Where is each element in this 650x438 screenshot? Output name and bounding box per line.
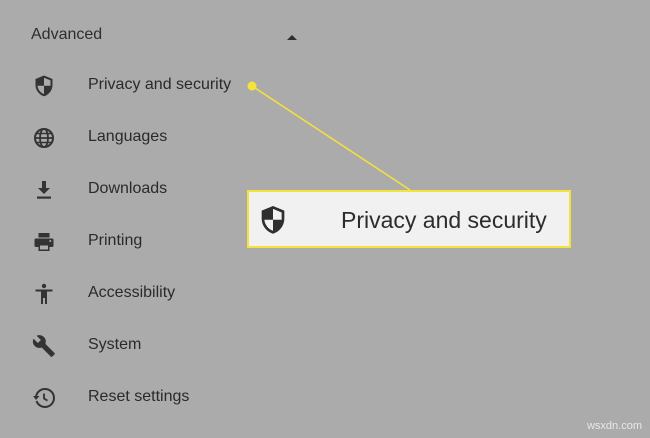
menu-item-languages[interactable]: Languages <box>0 114 320 162</box>
menu-item-reset-settings[interactable]: Reset settings <box>0 374 320 422</box>
shield-icon <box>261 206 285 234</box>
menu-item-label: System <box>88 336 142 353</box>
menu-item-label: Privacy and security <box>88 76 232 93</box>
callout-highlight: Privacy and security <box>247 190 571 248</box>
menu-item-label: Languages <box>88 128 168 145</box>
download-icon <box>37 181 51 199</box>
menu-item-label: Downloads <box>88 180 168 197</box>
menu-item-privacy-and-security[interactable]: Privacy and security <box>0 62 320 110</box>
menu-item-system[interactable]: System <box>0 322 320 370</box>
wrench-icon <box>32 335 55 357</box>
shield-icon <box>35 75 53 97</box>
section-title: Advanced <box>31 26 103 43</box>
menu-item-label: Reset settings <box>88 388 190 405</box>
globe-icon <box>34 128 54 148</box>
advanced-section-header[interactable]: Advanced <box>0 14 320 58</box>
history-icon <box>33 387 55 408</box>
callout-label: Privacy and security <box>341 207 547 233</box>
menu-item-label: Printing <box>88 232 143 249</box>
accessibility-icon <box>35 283 53 304</box>
menu-item-accessibility[interactable]: Accessibility <box>0 270 320 318</box>
chevron-up-icon[interactable] <box>285 32 299 42</box>
printer-icon <box>34 233 54 251</box>
menu-item-label: Accessibility <box>88 284 176 301</box>
watermark: wsxdn.com <box>586 420 642 432</box>
